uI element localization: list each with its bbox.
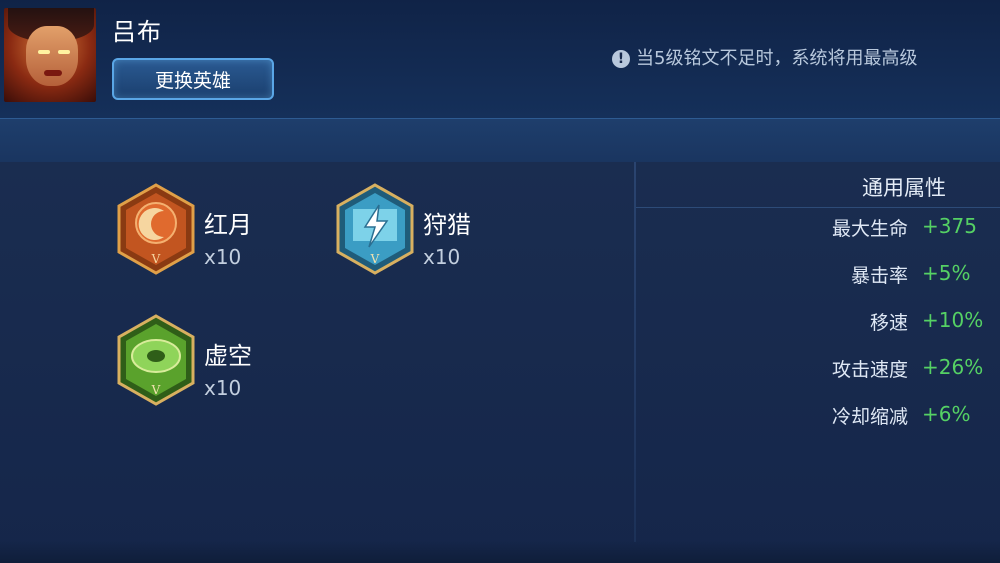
attribute-value: +26% (922, 355, 984, 379)
rune-item-void[interactable]: V 虚空 x10 (116, 314, 316, 410)
attribute-value: +5% (922, 261, 971, 285)
attribute-label: 冷却缩减 (831, 406, 908, 428)
attribute-value: +375 (922, 214, 977, 238)
attribute-label: 暴击率 (850, 265, 908, 287)
attributes-divider (636, 207, 1000, 208)
attribute-label: 移速 (869, 312, 908, 334)
avatar-mouth (44, 70, 62, 76)
attribute-row-attack-speed: 攻击速度 +26% (636, 355, 1000, 385)
rune-count: x10 (204, 376, 242, 400)
rune-count: x10 (423, 245, 461, 269)
bottom-edge (0, 540, 1000, 563)
red-moon-rune-icon: V (117, 183, 195, 275)
attribute-row-crit-rate: 暴击率 +5% (636, 261, 1000, 291)
attribute-value: +6% (922, 402, 971, 426)
rune-name: 红月 (204, 211, 252, 239)
section-band (0, 118, 1000, 163)
avatar-face (26, 26, 78, 86)
svg-text:V: V (151, 383, 161, 397)
hunt-rune-icon: V (336, 183, 414, 275)
avatar-eye (58, 50, 70, 54)
rune-name: 狩猎 (423, 211, 471, 239)
rune-count: x10 (204, 245, 242, 269)
svg-text:V: V (151, 252, 161, 266)
rune-item-red-moon[interactable]: V 红月 x10 (116, 183, 316, 279)
avatar-eye (38, 50, 50, 54)
hero-name: 吕布 (112, 18, 162, 46)
notice-text-row: ! 当5级铭文不足时，系统将用最高级 (612, 44, 1000, 72)
svg-text:V: V (370, 252, 380, 266)
attribute-value: +10% (922, 308, 984, 332)
change-hero-button[interactable]: 更换英雄 (112, 58, 274, 100)
info-icon: ! (612, 50, 630, 68)
hero-avatar[interactable] (4, 8, 96, 102)
rune-item-hunt[interactable]: V 狩猎 x10 (335, 183, 535, 279)
attribute-label: 最大生命 (831, 218, 908, 240)
attribute-row-move-speed: 移速 +10% (636, 308, 1000, 338)
rune-name: 虚空 (204, 342, 252, 370)
attribute-label: 攻击速度 (831, 359, 908, 381)
void-rune-icon: V (117, 314, 195, 406)
attribute-row-cooldown: 冷却缩减 +6% (636, 402, 1000, 432)
attributes-title: 通用属性 (862, 176, 946, 200)
attribute-row-max-hp: 最大生命 +375 (636, 214, 1000, 244)
notice-text: 当5级铭文不足时，系统将用最高级 (636, 48, 918, 69)
